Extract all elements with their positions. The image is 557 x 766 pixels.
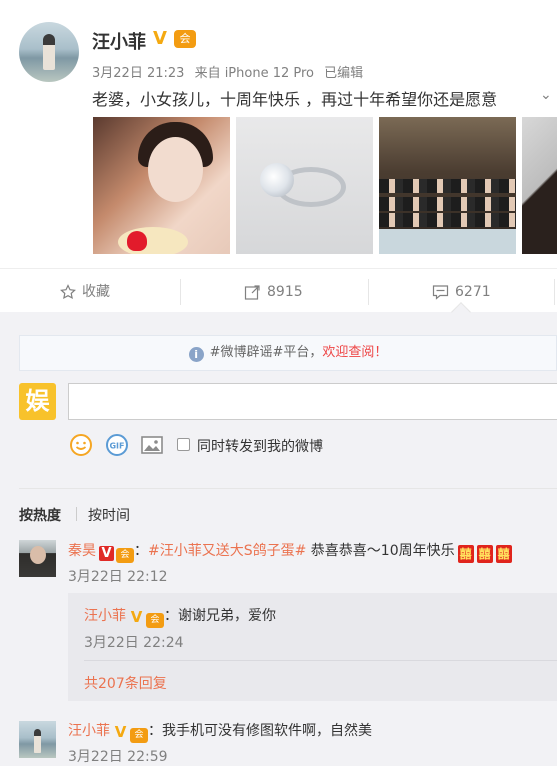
comment-text: 我手机可没有修图软件啊，自然美 (162, 723, 372, 739)
commenter-name[interactable]: 秦昊 (68, 543, 96, 559)
post-source: 来自 iPhone 12 Pro (194, 66, 315, 81)
member-badge-icon[interactable]: 会 (174, 30, 196, 48)
member-badge-icon[interactable]: 会 (146, 613, 164, 628)
more-replies-link[interactable]: 共207条回复 (84, 673, 167, 693)
comment-line: 汪小菲 V 会：我手机可没有修图软件啊，自然美 (68, 723, 372, 743)
chevron-down-icon[interactable]: ⌄ (540, 87, 552, 103)
post-date[interactable]: 3月22日 21:23 (92, 66, 184, 81)
rumor-notice-banner[interactable]: i #微博辟谣#平台，欢迎查阅！ (19, 335, 557, 371)
comment-icon (432, 285, 449, 300)
commenter-avatar[interactable] (19, 721, 56, 758)
edited-label[interactable]: 已编辑 (324, 66, 363, 81)
divider (0, 268, 557, 269)
repost-checkbox[interactable] (177, 438, 190, 451)
comment-time: 3月22日 22:12 (68, 569, 168, 585)
comment-line: 秦昊 V 会：#汪小菲又送大S鸽子蛋# 恭喜恭喜～10周年快乐囍囍囍 (68, 543, 512, 563)
reply-time: 3月22日 22:24 (84, 635, 184, 651)
divider (180, 279, 181, 305)
svg-text:GIF: GIF (109, 442, 124, 451)
comment-count: 6271 (455, 284, 491, 300)
photo-ring[interactable] (236, 117, 373, 254)
info-icon: i (188, 347, 204, 362)
divider (368, 279, 369, 305)
xi-emoji-icon: 囍 (476, 545, 493, 563)
author-avatar[interactable] (19, 22, 79, 82)
commenter-name[interactable]: 汪小菲 (68, 723, 110, 739)
sort-by-time-tab[interactable]: 按时间 (88, 505, 130, 525)
favorite-label: 收藏 (82, 284, 110, 300)
xi-emoji-icon: 囍 (457, 545, 474, 563)
favorite-button[interactable]: 收藏 (60, 280, 110, 304)
repost-checkbox-label[interactable]: 同时转发到我的微博 (197, 436, 323, 456)
verified-gold-icon: V (153, 28, 167, 49)
comment-time: 3月22日 22:59 (68, 749, 168, 765)
repost-button[interactable]: 8915 (244, 280, 303, 304)
divider (76, 507, 77, 521)
member-badge-icon[interactable]: 会 (130, 728, 148, 743)
smile-icon[interactable] (69, 433, 93, 457)
verified-gold-icon: V (130, 608, 143, 626)
repost-count: 8915 (267, 284, 303, 300)
author-name[interactable]: 汪小菲 (92, 28, 146, 54)
post-text: 老婆，小女孩儿，十周年快乐 ，再过十年希望你还是愿意 (92, 90, 498, 109)
photo-couple[interactable] (93, 117, 230, 254)
comment-input[interactable] (68, 383, 557, 420)
reply-line: 汪小菲 V 会：谢谢兄弟，爱你 (84, 608, 276, 628)
image-icon[interactable] (140, 433, 164, 457)
commenter-avatar[interactable] (19, 540, 56, 577)
post-meta: 3月22日 21:23 来自 iPhone 12 Pro 已编辑 (92, 62, 369, 81)
reply-author-name[interactable]: 汪小菲 (84, 608, 126, 624)
xi-emoji-icon: 囍 (495, 545, 512, 563)
star-icon (60, 284, 76, 300)
divider (554, 279, 555, 305)
user-avatar-logo: 娱 (19, 383, 56, 420)
photo-group[interactable] (379, 117, 516, 254)
photo-partial[interactable] (522, 117, 557, 254)
gif-icon[interactable]: GIF (105, 433, 129, 457)
repost-icon (244, 284, 260, 300)
hashtag-link[interactable]: #汪小菲又送大S鸽子蛋# (148, 543, 306, 559)
sort-by-hot-tab[interactable]: 按热度 (19, 505, 61, 525)
verified-gold-icon: V (114, 723, 127, 741)
comment-button[interactable]: 6271 (432, 280, 491, 304)
divider (19, 488, 557, 489)
member-badge-icon[interactable]: 会 (116, 548, 134, 563)
divider (84, 660, 557, 661)
notice-link[interactable]: 欢迎查阅！ (322, 345, 387, 360)
comment-text: 恭喜恭喜～10周年快乐 (306, 543, 455, 559)
verified-red-icon: V (99, 546, 114, 561)
notice-text: #微博辟谣#平台， (209, 345, 323, 360)
reply-text: 谢谢兄弟，爱你 (178, 608, 276, 624)
weibo-post-page: 汪小菲 V 会 3月22日 21:23 来自 iPhone 12 Pro 已编辑… (0, 0, 557, 766)
